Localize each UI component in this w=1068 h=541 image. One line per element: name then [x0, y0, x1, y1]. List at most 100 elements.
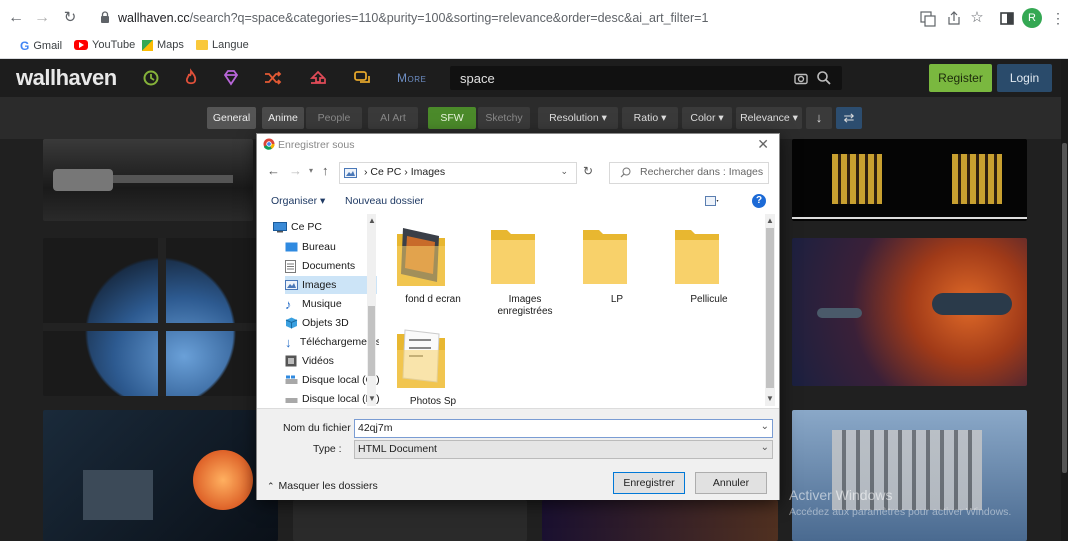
- wallpaper-thumbnail[interactable]: [792, 238, 1027, 386]
- wallpaper-thumbnail[interactable]: [43, 410, 278, 541]
- filter-sfw[interactable]: SFW: [428, 107, 476, 129]
- refresh-search-icon[interactable]: ⇄: [836, 107, 862, 129]
- cancel-button[interactable]: Annuler: [695, 472, 767, 494]
- register-button[interactable]: Register: [929, 64, 992, 92]
- navigation-scrollbar[interactable]: ▲ ▼: [367, 214, 376, 406]
- hot-flame-icon[interactable]: [180, 68, 202, 88]
- wallpaper-thumbnail[interactable]: [43, 238, 278, 396]
- wallpaper-thumbnail[interactable]: [43, 139, 253, 221]
- breadcrumb-ce-pc[interactable]: Ce PC: [370, 166, 401, 178]
- search-input[interactable]: space: [450, 66, 842, 90]
- lock-icon[interactable]: [100, 11, 110, 23]
- breadcrumb[interactable]: › Ce PC › Images ⌄: [339, 162, 577, 184]
- site-logo[interactable]: wallhaven: [16, 65, 117, 91]
- latest-clock-icon[interactable]: [140, 68, 162, 88]
- nav-item-disque-c[interactable]: Disque local (C:): [285, 371, 379, 389]
- page-scrollbar[interactable]: [1061, 59, 1068, 541]
- back-arrow-icon[interactable]: ←: [267, 163, 280, 178]
- folder-item[interactable]: LP: [577, 224, 657, 306]
- up-arrow-icon[interactable]: ↑: [322, 163, 329, 178]
- share-icon[interactable]: [946, 8, 962, 28]
- bookmark-gmail[interactable]: G Gmail: [20, 39, 62, 53]
- random-shuffle-icon[interactable]: [262, 68, 284, 88]
- filter-resolution[interactable]: Resolution ▾: [538, 107, 618, 129]
- filter-sketchy[interactable]: Sketchy: [478, 107, 530, 129]
- recent-chevron-icon[interactable]: ▾: [309, 166, 313, 175]
- filename-input[interactable]: 42qj7m ⌄: [354, 419, 773, 438]
- desktop-icon: [285, 242, 298, 252]
- chevron-down-icon[interactable]: ⌄: [761, 421, 769, 432]
- breadcrumb-images[interactable]: Images: [411, 166, 445, 178]
- side-panel-icon[interactable]: [1000, 8, 1014, 28]
- menu-kebab-icon[interactable]: ⋮: [1048, 8, 1068, 28]
- nav-item-bureau[interactable]: Bureau: [285, 238, 379, 256]
- new-folder-button[interactable]: Nouveau dossier: [345, 195, 424, 207]
- forward-arrow-icon[interactable]: →: [289, 163, 302, 178]
- url-path: /search?q=space&categories=110&purity=10…: [189, 11, 709, 25]
- filter-color[interactable]: Color ▾: [682, 107, 732, 129]
- filter-anime[interactable]: Anime: [262, 107, 304, 129]
- refresh-icon[interactable]: ↻: [583, 164, 593, 178]
- login-button[interactable]: Login: [997, 64, 1052, 92]
- forward-icon[interactable]: →: [32, 8, 52, 28]
- camera-icon[interactable]: [794, 71, 808, 85]
- google-icon: G: [20, 39, 30, 53]
- organize-button[interactable]: Organiser ▾: [271, 195, 325, 207]
- wallpaper-thumbnail[interactable]: [792, 410, 1027, 541]
- sort-order-arrow-icon[interactable]: ↓: [806, 107, 832, 129]
- save-button[interactable]: Enregistrer: [613, 472, 685, 494]
- folder-item[interactable]: Images enregistrées: [485, 224, 565, 318]
- nav-item-images[interactable]: Images: [285, 276, 377, 294]
- bookmark-label: Maps: [157, 39, 184, 51]
- nav-item-ce-pc[interactable]: Ce PC: [273, 218, 369, 236]
- back-icon[interactable]: ←: [6, 8, 26, 28]
- chevron-down-icon[interactable]: ⌄: [761, 442, 769, 453]
- nav-item-objets-3d[interactable]: Objets 3D: [285, 314, 379, 332]
- scroll-up-icon[interactable]: ▲: [368, 216, 376, 225]
- wallpaper-thumbnail[interactable]: [542, 500, 778, 541]
- view-options-icon[interactable]: [705, 196, 719, 207]
- folder-search-input[interactable]: Rechercher dans : Images: [609, 162, 769, 184]
- filter-people[interactable]: People: [306, 107, 362, 129]
- hide-folders-toggle[interactable]: ⌃ Masquer les dossiers: [267, 480, 378, 492]
- profile-avatar[interactable]: R: [1022, 8, 1042, 28]
- upload-icon[interactable]: [307, 68, 329, 88]
- file-list-scrollbar[interactable]: ▲ ▼: [765, 214, 775, 406]
- bookmark-maps[interactable]: Maps: [142, 39, 184, 51]
- forums-chat-icon[interactable]: [352, 68, 374, 88]
- bookmark-youtube[interactable]: YouTube: [74, 39, 135, 51]
- nav-item-label: Bureau: [302, 241, 336, 253]
- translate-icon[interactable]: [920, 8, 936, 28]
- scroll-down-icon[interactable]: ▼: [368, 394, 376, 403]
- wallpaper-thumbnail[interactable]: [792, 139, 1027, 221]
- filter-ratio[interactable]: Ratio ▾: [622, 107, 678, 129]
- wallpaper-thumbnail[interactable]: [293, 500, 527, 541]
- filter-general[interactable]: General: [207, 107, 256, 129]
- reload-icon[interactable]: ↻: [60, 8, 80, 28]
- folder-item[interactable]: Pellicule: [669, 224, 749, 306]
- folder-item[interactable]: Photos Sp: [393, 326, 473, 408]
- close-icon[interactable]: ✕: [757, 136, 769, 153]
- file-type-select[interactable]: HTML Document ⌄: [354, 440, 773, 459]
- bookmark-langue[interactable]: Langue: [196, 39, 249, 51]
- scroll-up-icon[interactable]: ▲: [766, 216, 774, 225]
- music-note-icon: ♪: [285, 296, 292, 312]
- nav-item-videos[interactable]: Vidéos: [285, 352, 379, 370]
- nav-item-documents[interactable]: Documents: [285, 257, 379, 275]
- more-menu[interactable]: More: [397, 71, 426, 85]
- toplist-diamond-icon[interactable]: [220, 68, 242, 88]
- nav-item-musique[interactable]: ♪ Musique: [285, 295, 379, 313]
- bookmark-label: Gmail: [33, 40, 63, 52]
- scroll-down-icon[interactable]: ▼: [766, 394, 774, 403]
- nav-item-disque-d[interactable]: Disque local (D:): [285, 390, 379, 406]
- address-bar[interactable]: wallhaven.cc/search?q=space&categories=1…: [118, 11, 708, 25]
- search-icon[interactable]: [816, 70, 832, 86]
- help-icon[interactable]: ?: [752, 194, 766, 208]
- nav-item-telechargements[interactable]: ↓ Téléchargements: [285, 333, 379, 351]
- filter-sorting[interactable]: Relevance ▾: [736, 107, 802, 129]
- folder-item[interactable]: fond d ecran: [393, 224, 473, 306]
- path-dropdown-icon[interactable]: ⌄: [560, 166, 568, 177]
- computer-icon: [273, 221, 287, 232]
- bookmark-star-icon[interactable]: ☆: [967, 8, 987, 28]
- filter-ai-art[interactable]: AI Art: [368, 107, 418, 129]
